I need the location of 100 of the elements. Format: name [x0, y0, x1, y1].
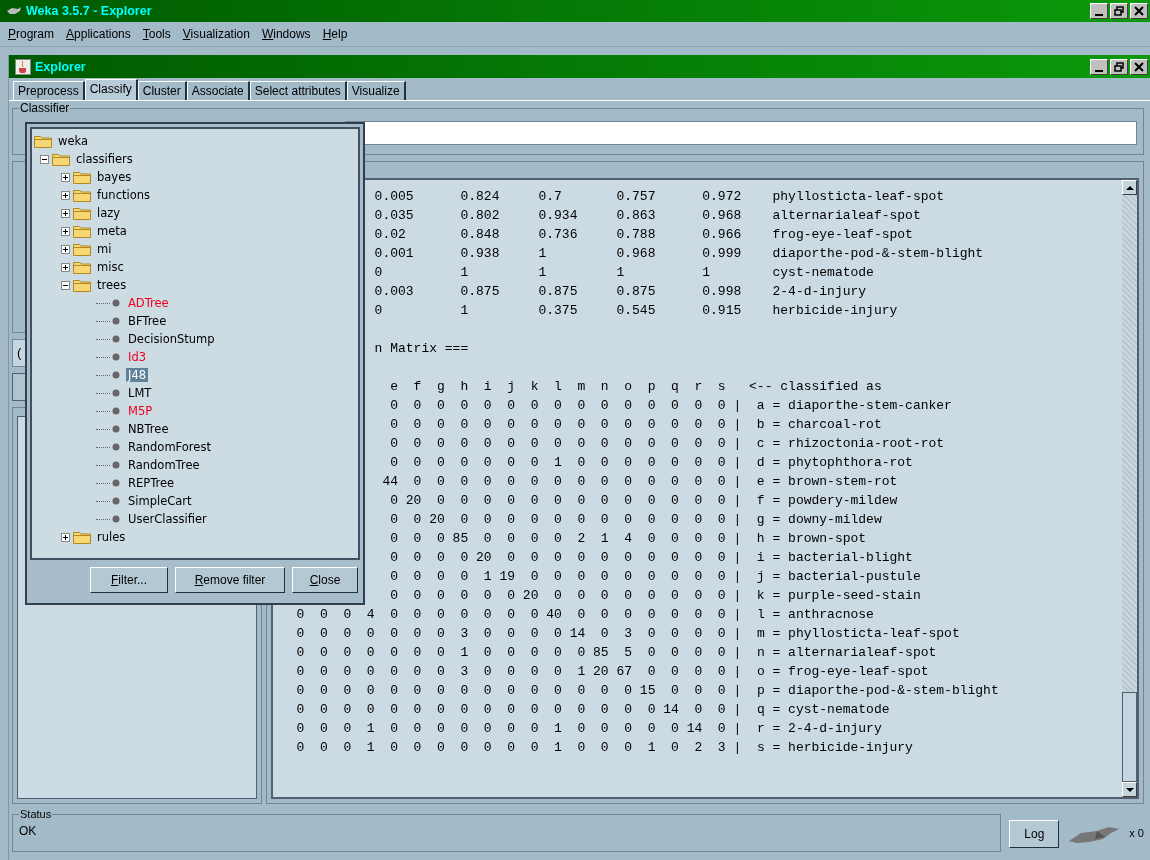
output-line: 0 0 0 85 0 0 0 0 2 1 4 0 0 0 0 | h = brown-spot: [389, 530, 868, 548]
output-line: 0 20 0 0 0 0 0 0 0 0 0 0 0 0 0 | f = powdery-mildew: [389, 492, 899, 510]
minimize-button[interactable]: [1090, 58, 1108, 75]
tree-item[interactable]: BFTree: [126, 314, 169, 328]
collapse-icon[interactable]: [40, 154, 49, 164]
status-text: OK: [19, 823, 38, 838]
scroll-up-button[interactable]: [1122, 180, 1137, 195]
chooser-button[interactable]: Filter...: [90, 567, 168, 593]
leaf-bullet-icon: [112, 335, 120, 343]
output-line: 0 0 0 0 0 0 0 3 0 0 0 0 14 0 3 0 0 0 0 | m = phyllosticta-leaf-spot: [295, 625, 961, 643]
collapse-icon[interactable]: [61, 280, 70, 290]
output-line: 0 0 20 0 0 0 0 0 0 0 0 0 0 0 0 | g = downy-mildew: [389, 511, 883, 529]
expand-icon[interactable]: [61, 262, 70, 272]
output-line: e f g h i j k l m n o p q r s <-- classified as: [389, 378, 883, 396]
output-line: 0 0 0 0 0 0 0 1 0 0 0 0 0 85 5 0 0 0 0 | n = alternarialeaf-spot: [295, 644, 938, 662]
tree-item[interactable]: NBTree: [126, 422, 171, 436]
tree-folder[interactable]: lazy: [95, 206, 123, 220]
tab[interactable]: Select attributes: [249, 81, 347, 100]
output-line: 0 0 0 0 0 0 20 0 0 0 0 0 0 0 0 | k = purple-seed-stain: [389, 587, 922, 605]
leaf-bullet-icon: [112, 299, 120, 307]
close-button[interactable]: [1130, 3, 1148, 19]
tree-item[interactable]: REPTree: [126, 476, 177, 490]
bird-icon: [6, 5, 22, 17]
tree-folder[interactable]: bayes: [95, 170, 134, 184]
leaf-bullet-icon: [112, 461, 120, 469]
output-line: 0 0 0 0 0 0 0 1 0 0 0 0 0 0 0 | d = phytophthora-rot: [389, 454, 914, 472]
up-arrow-icon: [1125, 184, 1134, 191]
scroll-thumb[interactable]: [1122, 692, 1137, 782]
chooser-button[interactable]: Remove filter: [175, 567, 285, 593]
expand-icon[interactable]: [61, 172, 70, 182]
maximize-button[interactable]: [1110, 3, 1128, 19]
tree-folder[interactable]: weka: [56, 134, 90, 148]
tree-folder[interactable]: mi: [95, 242, 114, 256]
menu-item[interactable]: Applications: [66, 27, 131, 41]
tree-item[interactable]: DecisionStump: [126, 332, 217, 346]
expand-icon[interactable]: [61, 532, 70, 542]
tab[interactable]: Classify: [84, 79, 138, 100]
leaf-bullet-icon: [112, 317, 120, 325]
tree-item[interactable]: J48: [126, 368, 149, 382]
folder-icon: [73, 530, 91, 544]
panel-label: Status: [19, 808, 53, 820]
minimize-button[interactable]: [1090, 3, 1108, 19]
tree-folder[interactable]: misc: [95, 260, 126, 274]
vertical-scrollbar[interactable]: [1122, 180, 1137, 797]
output-line: 0 0 0 0 20 0 0 0 0 0 0 0 0 0 0 | i = bacterial-blight: [389, 549, 914, 567]
classifier-field[interactable]: [345, 121, 1137, 145]
menu-item[interactable]: Program: [8, 27, 55, 41]
leaf-bullet-icon: [112, 425, 120, 433]
maximize-button[interactable]: [1110, 58, 1128, 75]
tree-folder[interactable]: rules: [95, 530, 128, 544]
cup-icon: [15, 58, 31, 75]
tree-item[interactable]: UserClassifier: [126, 512, 209, 526]
leaf-bullet-icon: [112, 353, 120, 361]
tree-folder[interactable]: meta: [95, 224, 129, 238]
tree-item[interactable]: RandomForest: [126, 440, 213, 454]
tree-folder[interactable]: trees: [95, 278, 129, 292]
menu-item[interactable]: Windows: [261, 27, 311, 41]
menu-item[interactable]: Visualization: [182, 27, 250, 41]
tree-item[interactable]: SimpleCart: [126, 494, 194, 508]
expand-icon[interactable]: [61, 190, 70, 200]
output-line: 0 1 1 1 1 cyst-nematode: [374, 264, 875, 282]
output-line: 0.003 0.875 0.875 0.875 0.998 2-4-d-injury: [374, 283, 868, 301]
restore-icon: [1114, 6, 1124, 16]
expand-icon[interactable]: [61, 244, 70, 254]
tab[interactable]: Cluster: [137, 81, 187, 100]
leaf-bullet-icon: [112, 479, 120, 487]
tab[interactable]: Associate: [186, 81, 250, 100]
tree-folder[interactable]: functions: [95, 188, 152, 202]
scroll-down-button[interactable]: [1122, 782, 1137, 797]
folder-icon: [73, 260, 91, 274]
close-icon: [1134, 61, 1144, 72]
leaf-bullet-icon: [112, 497, 120, 505]
expand-icon[interactable]: [61, 208, 70, 218]
output-line: 0 0 0 0 0 0 0 0 0 0 0 0 0 0 0 | c = rhizoctonia-root-rot: [389, 435, 946, 453]
chooser-button[interactable]: Close: [292, 567, 358, 593]
leaf-bullet-icon: [112, 407, 120, 415]
tree-item[interactable]: RandomTree: [126, 458, 202, 472]
folder-icon: [73, 206, 91, 220]
minimize-icon: [1095, 69, 1103, 72]
expand-icon[interactable]: [61, 226, 70, 236]
tree-item[interactable]: LMT: [126, 386, 154, 400]
output-line: 0 0 0 1 0 0 0 0 0 0 0 1 0 0 0 1 0 2 3 | s = herbicide-injury: [295, 739, 914, 757]
leaf-bullet-icon: [112, 515, 120, 523]
output-line: n Matrix ===: [374, 340, 470, 358]
menu-item[interactable]: Tools: [142, 27, 171, 41]
output-line: 0 0 0 1 0 0 0 0 0 0 0 1 0 0 0 0 0 14 0 | r = 2-4-d-injury: [295, 720, 883, 738]
log-button[interactable]: Log: [1009, 820, 1060, 848]
folder-icon: [73, 224, 91, 238]
tree-folder[interactable]: classifiers: [74, 152, 135, 166]
leaf-bullet-icon: [112, 371, 120, 379]
close-icon: [1134, 6, 1144, 16]
output-line: 0 0 0 0 0 0 0 0 0 0 0 0 0 0 0 | a = diaporthe-stem-canker: [389, 397, 953, 415]
tab[interactable]: Visualize: [346, 81, 406, 100]
folder-icon: [73, 188, 91, 202]
output-line: 0.035 0.802 0.934 0.863 0.968 alternarialeaf-spot: [374, 207, 922, 225]
menu-item[interactable]: Help: [322, 27, 348, 41]
task-count: x 0: [1129, 827, 1144, 839]
output-line: 0 1 0.375 0.545 0.915 herbicide-injury: [374, 302, 899, 320]
down-arrow-icon: [1125, 786, 1134, 793]
close-button[interactable]: [1130, 58, 1148, 75]
